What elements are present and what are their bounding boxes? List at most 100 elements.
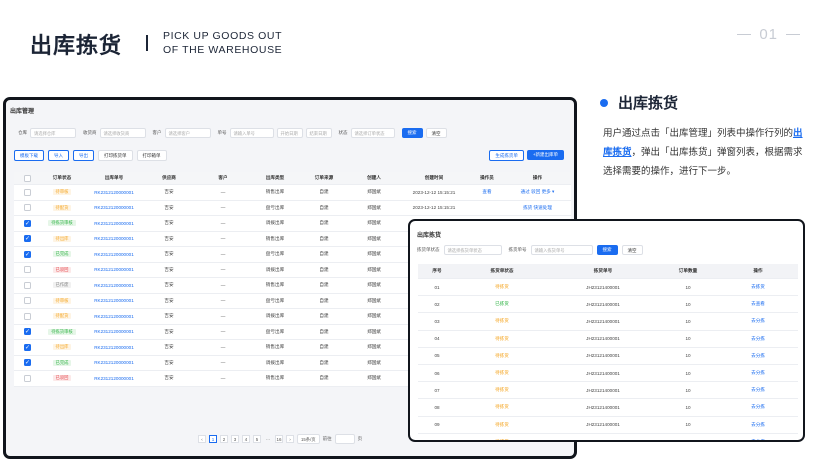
table-header: 订单状态 出库单号 供应商 客户 出库类型 订单来源 创建人 创建时间 操作员 操作	[14, 172, 571, 185]
picking-action-link[interactable]: 去分拣	[718, 370, 798, 376]
row-checkbox[interactable]	[23, 235, 31, 243]
page-button[interactable]: 3	[231, 435, 239, 443]
row-checkbox[interactable]	[23, 312, 31, 320]
toolbar-button[interactable]: 打印箱单	[136, 150, 167, 161]
customer-cell: —	[220, 329, 226, 335]
picking-action-link[interactable]: 去分拣	[718, 318, 798, 324]
status-badge: 待出库	[52, 235, 72, 242]
row-checkbox[interactable]	[23, 374, 31, 382]
order-no-link[interactable]: RK2312120000001	[84, 283, 144, 288]
reset-button[interactable]: 清空	[425, 128, 447, 138]
picking-action-link[interactable]: 去分拣	[718, 387, 798, 393]
picking-action-link[interactable]: 去拣货	[718, 284, 798, 290]
row-checkbox[interactable]	[23, 266, 31, 274]
picking-no: JH23121400001	[586, 336, 620, 342]
goto-input[interactable]	[334, 434, 355, 444]
new-outbound-button[interactable]: +新建出库单	[526, 150, 564, 160]
page-button[interactable]: 1	[209, 435, 217, 443]
picking-action-link[interactable]: 去分拣	[718, 336, 798, 342]
generate-picking-button[interactable]: 生成拣货单	[489, 150, 524, 161]
column-header: 客户	[218, 175, 228, 180]
filter-input[interactable]: 请选择仓库	[30, 128, 76, 138]
picking-action-link[interactable]: 去查看	[718, 301, 798, 307]
toolbar-button[interactable]: 导出	[73, 150, 94, 161]
page-button[interactable]: ‹	[198, 435, 206, 443]
picking-action-link[interactable]: 去分拣	[718, 422, 798, 428]
toolbar-button[interactable]: 导入	[48, 150, 69, 161]
page-suffix: 页	[357, 436, 363, 441]
filter-input[interactable]: 请选择订单状态	[350, 128, 395, 138]
search-button[interactable]: 搜索	[401, 128, 423, 138]
row-checkbox[interactable]	[23, 359, 31, 367]
checkbox-cell	[14, 374, 40, 382]
status-badge: 待出库	[52, 344, 72, 351]
picking-status: 待拣货	[495, 284, 509, 290]
order-no-link[interactable]: RK2312120000001	[84, 221, 144, 226]
type-cell: 销售出库	[265, 375, 285, 381]
picking-action-link[interactable]: 去分拣	[718, 439, 798, 440]
modal-search-button[interactable]: 搜索	[596, 245, 618, 255]
toolbar-button[interactable]: 模板下载	[14, 150, 44, 161]
order-no-link[interactable]: RK2312120000001	[84, 190, 144, 195]
filter-input[interactable]: 请输入单号	[229, 128, 274, 138]
page-button[interactable]: 5	[253, 435, 261, 443]
page-button[interactable]: 16	[275, 435, 283, 443]
page-button[interactable]: 4	[242, 435, 250, 443]
row-checkbox[interactable]	[23, 219, 31, 227]
actions-cell[interactable]: 拣货 快速处理	[504, 205, 571, 211]
order-no-link[interactable]: RK2312120000001	[84, 205, 144, 210]
toolbar-button[interactable]: 打印拣货单	[98, 150, 133, 161]
order-no-link[interactable]: RK2312120000001	[84, 329, 144, 334]
picking-action-link[interactable]: 去分拣	[718, 353, 798, 359]
filter-input[interactable]: 结束日期	[305, 128, 332, 138]
row-index: 05	[434, 353, 440, 359]
filter-label: 状态	[338, 130, 348, 135]
page-button[interactable]: ...	[264, 435, 272, 443]
order-no-link[interactable]: RK2312120000001	[84, 267, 144, 272]
modal-reset-button[interactable]: 清空	[621, 245, 643, 255]
select-all-checkbox[interactable]	[23, 174, 31, 182]
filter-input[interactable]: 请选择客户	[164, 128, 211, 138]
row-checkbox[interactable]	[23, 250, 31, 258]
page-button[interactable]: 2	[220, 435, 228, 443]
operator-link[interactable]: 查看	[470, 189, 504, 195]
picking-action-link[interactable]: 去分拣	[718, 404, 798, 410]
page-subtitle: PICK UP GOODS OUT OF THE WAREHOUSE	[163, 30, 283, 56]
picking-status: 待拣货	[495, 335, 509, 341]
status-badge: 已完成	[52, 359, 72, 366]
type-cell: 盘亏出库	[265, 328, 285, 334]
customer-cell: —	[220, 220, 226, 226]
order-no-link[interactable]: RK2312120000001	[84, 376, 144, 381]
status-badge: 已作废	[52, 282, 72, 289]
order-no-link[interactable]: RK2312120000001	[84, 345, 144, 350]
picking-status: 待拣货	[495, 352, 509, 358]
filter-input[interactable]: 请选择收货商	[99, 128, 146, 138]
order-no-link[interactable]: RK2312120000001	[84, 298, 144, 303]
order-no-link[interactable]: RK2312120000001	[84, 314, 144, 319]
source-cell: 自建	[319, 251, 329, 257]
order-no-link[interactable]: RK2312120000001	[84, 236, 144, 241]
row-checkbox[interactable]	[23, 343, 31, 351]
row-checkbox[interactable]	[23, 204, 31, 212]
modal-table-header: 序号 拣货单状态 拣货单号 订单数量 操作	[418, 264, 798, 279]
row-checkbox[interactable]	[23, 188, 31, 196]
type-cell: 盘亏出库	[265, 251, 285, 257]
goto-label: 前往	[322, 436, 332, 441]
status-filter-select[interactable]: 请选择拣货单状态	[443, 245, 502, 255]
customer-cell: —	[220, 313, 226, 319]
page-title: 出库拣货	[30, 33, 123, 58]
row-checkbox[interactable]	[23, 281, 31, 289]
filter-input[interactable]: 开始日期	[276, 128, 303, 138]
picking-no-input[interactable]: 请输入拣货单号	[530, 245, 593, 255]
order-no-link[interactable]: RK2312120000001	[84, 252, 144, 257]
actions-cell[interactable]: 通过 驳回 更多 ▾	[504, 189, 571, 195]
row-checkbox[interactable]	[23, 297, 31, 305]
customer-cell: —	[220, 360, 226, 366]
supplier-cell: 吉安	[164, 328, 174, 334]
modal-table-row: 05 待拣货 JH23121400001 10 去分拣	[418, 348, 798, 365]
order-no-link[interactable]: RK2312120000001	[84, 360, 144, 365]
row-checkbox[interactable]	[23, 328, 31, 336]
page-button[interactable]: ›	[286, 435, 294, 443]
page-size-select[interactable]: 15条/页	[297, 434, 320, 444]
customer-cell: —	[220, 205, 226, 211]
